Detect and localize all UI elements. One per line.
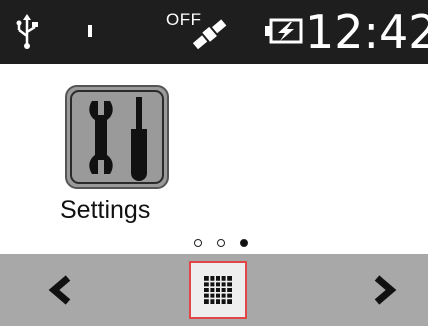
app-grid-icon bbox=[204, 276, 232, 304]
status-bar: OFF 12:42 bbox=[0, 0, 428, 64]
page-dot-2[interactable] bbox=[217, 239, 225, 247]
page-dot-3-active[interactable] bbox=[240, 239, 248, 247]
settings-app-icon[interactable] bbox=[65, 85, 169, 189]
satellite-icon bbox=[188, 18, 232, 55]
signal-icon bbox=[88, 25, 92, 37]
tools-icon bbox=[89, 97, 147, 181]
chevron-right-icon[interactable] bbox=[365, 272, 401, 308]
app-drawer-button[interactable] bbox=[189, 261, 247, 319]
chevron-left-icon[interactable] bbox=[44, 272, 80, 308]
navigation-bar bbox=[0, 254, 428, 326]
usb-icon bbox=[14, 14, 40, 55]
battery-charging-icon bbox=[264, 14, 304, 53]
settings-app-label: Settings bbox=[60, 196, 151, 224]
clock: 12:42 bbox=[305, 5, 428, 59]
page-indicator bbox=[194, 236, 248, 250]
page-dot-1[interactable] bbox=[194, 239, 202, 247]
